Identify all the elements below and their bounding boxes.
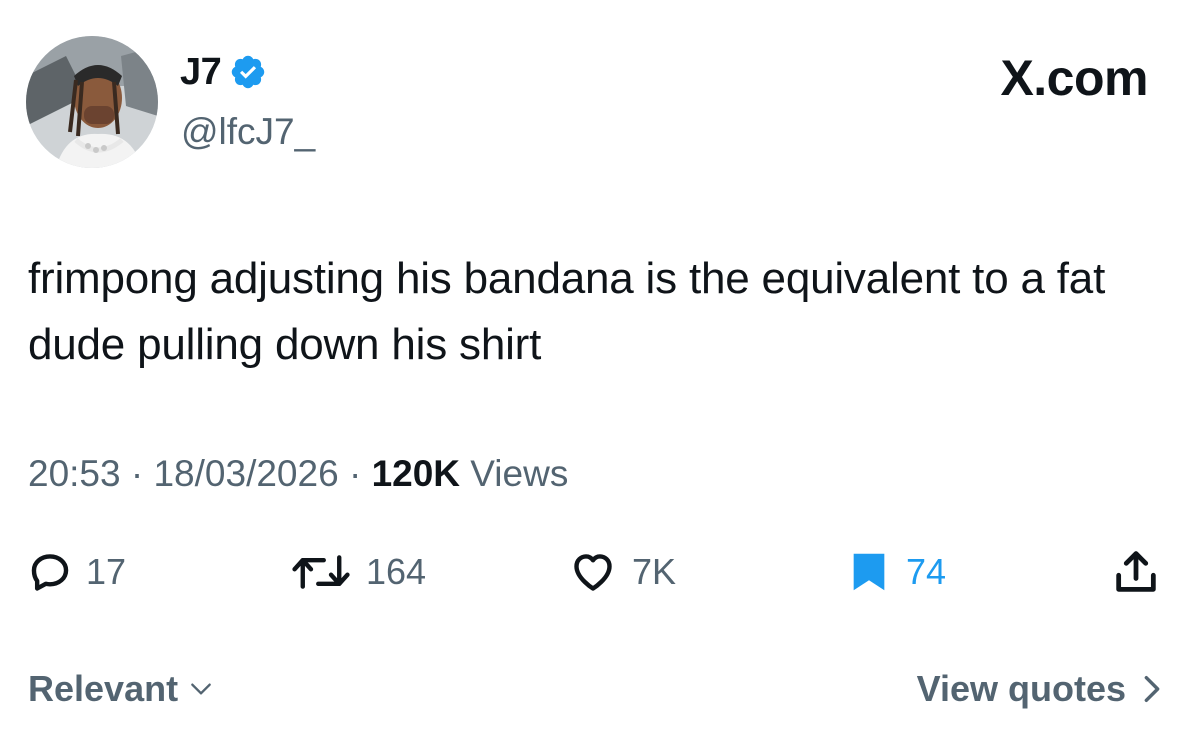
like-count: 7K — [632, 551, 677, 592]
reply-icon — [31, 554, 69, 591]
tweet-card: J7 @lfcJ7_ X.com frimpong adjusting his … — [0, 0, 1200, 747]
tweet-date[interactable]: 18/03/2026 — [153, 453, 338, 494]
share-icon — [1116, 551, 1156, 592]
like-button[interactable]: 7K — [568, 540, 676, 604]
tweet-meta: 20:53 · 18/03/2026 · 120K Views — [28, 450, 568, 498]
sort-dropdown[interactable]: Relevant — [28, 666, 214, 712]
author-name-row[interactable]: J7 — [180, 50, 267, 94]
tweet-text: frimpong adjusting his bandana is the eq… — [28, 254, 1106, 369]
tweet-actions: 17 164 7K 74 — [0, 540, 1200, 604]
bookmark-count: 74 — [906, 551, 947, 592]
chevron-right-icon — [1144, 675, 1160, 703]
avatar[interactable] — [26, 36, 158, 168]
repost-icon — [292, 555, 350, 589]
author-handle[interactable]: @lfcJ7_ — [181, 110, 315, 154]
site-label-text: X.com — [1000, 50, 1148, 106]
views-label: Views — [470, 453, 569, 494]
repost-count: 164 — [366, 551, 427, 592]
repost-button[interactable]: 164 — [290, 540, 426, 604]
author-display-name[interactable]: J7 — [180, 50, 222, 94]
share-button[interactable] — [1110, 540, 1162, 604]
avatar-photo — [26, 36, 158, 168]
verified-badge-icon — [232, 55, 265, 89]
site-label: X.com — [1000, 50, 1148, 106]
meta-separator: · — [348, 453, 362, 494]
view-quotes-link[interactable]: View quotes — [917, 666, 1164, 712]
reply-button[interactable]: 17 — [28, 540, 126, 604]
view-quotes-label: View quotes — [916, 668, 1126, 709]
sort-label: Relevant — [28, 668, 179, 709]
meta-separator: · — [130, 453, 144, 494]
reply-count: 17 — [86, 551, 127, 592]
tweet-time[interactable]: 20:53 — [28, 453, 121, 494]
views-count: 120K — [371, 453, 461, 494]
bookmark-button[interactable]: 74 — [846, 540, 946, 604]
bookmark-icon — [853, 553, 885, 591]
heart-icon — [574, 554, 612, 591]
chevron-down-icon — [191, 683, 211, 695]
